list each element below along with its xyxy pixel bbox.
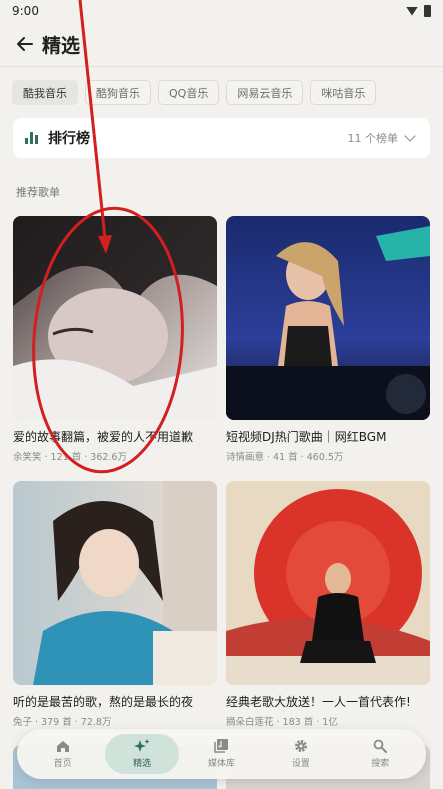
chip-kuwo[interactable]: 酷我音乐 bbox=[12, 80, 78, 105]
nav-label: 精选 bbox=[133, 759, 152, 769]
battery-icon bbox=[424, 5, 431, 17]
back-arrow-icon[interactable] bbox=[14, 33, 36, 55]
playlist-cover[interactable] bbox=[13, 481, 217, 685]
playlist-meta: 余笑笑 · 121 首 · 362.6万 bbox=[13, 452, 127, 463]
playlist-title: 听的是最苦的歌，熬的是最长的夜 bbox=[13, 695, 194, 709]
status-icons bbox=[406, 5, 431, 17]
nav-label: 搜索 bbox=[371, 759, 390, 769]
search-icon bbox=[372, 739, 388, 753]
chip-netease[interactable]: 网易云音乐 bbox=[226, 80, 304, 105]
source-chips: 酷我音乐 酷狗音乐 QQ音乐 网易云音乐 咪咕音乐 bbox=[12, 80, 377, 105]
header-divider bbox=[0, 66, 443, 67]
page-title: 精选 bbox=[42, 34, 81, 57]
nav-label: 媒体库 bbox=[207, 759, 235, 769]
playlist-card[interactable]: 短视频DJ热门歌曲｜网红BGM 诗情画意 · 41 首 · 460.5万 bbox=[226, 216, 430, 463]
status-time: 9:00 bbox=[12, 4, 39, 18]
leaderboard-count: 11 个榜单 bbox=[347, 132, 399, 145]
sparkle-icon bbox=[134, 739, 150, 753]
playlist-cover[interactable] bbox=[13, 216, 217, 420]
nav-library[interactable]: 媒体库 bbox=[184, 734, 258, 774]
home-icon bbox=[55, 739, 71, 753]
nav-featured[interactable]: 精选 bbox=[105, 734, 180, 774]
section-label: 推荐歌单 bbox=[16, 186, 60, 199]
library-icon bbox=[213, 739, 229, 753]
playlist-card[interactable]: 经典老歌大放送！一人一首代表作! 摘朵白莲花 · 183 首 · 1亿 bbox=[226, 481, 430, 728]
playlist-meta: 摘朵白莲花 · 183 首 · 1亿 bbox=[226, 717, 338, 728]
playlist-cover[interactable] bbox=[226, 481, 430, 685]
nav-label: 设置 bbox=[291, 759, 310, 769]
leaderboard-title: 排行榜 bbox=[48, 131, 90, 147]
nav-home[interactable]: 首页 bbox=[26, 734, 100, 774]
playlist-title: 短视频DJ热门歌曲｜网红BGM bbox=[226, 430, 387, 444]
playlist-meta: 诗情画意 · 41 首 · 460.5万 bbox=[226, 452, 344, 463]
gear-icon bbox=[293, 739, 309, 753]
nav-label: 首页 bbox=[53, 759, 72, 769]
playlist-title: 爱的故事翻篇，被爱的人不用道歉 bbox=[13, 430, 194, 444]
bar-chart-icon bbox=[25, 132, 39, 144]
wifi-icon bbox=[406, 6, 418, 16]
nav-search[interactable]: 搜索 bbox=[343, 734, 417, 774]
status-bar: 9:00 bbox=[0, 0, 443, 22]
chip-migu[interactable]: 咪咕音乐 bbox=[310, 80, 377, 105]
playlist-card[interactable]: 听的是最苦的歌，熬的是最长的夜 兔子 · 379 首 · 72.8万 bbox=[13, 481, 217, 728]
playlist-meta: 兔子 · 379 首 · 72.8万 bbox=[13, 717, 112, 728]
app-header: 精选 bbox=[0, 22, 443, 66]
leaderboard-card[interactable]: 排行榜 11 个榜单 bbox=[13, 118, 430, 158]
nav-settings[interactable]: 设置 bbox=[264, 734, 338, 774]
chip-qq[interactable]: QQ音乐 bbox=[158, 80, 220, 105]
chip-kugou[interactable]: 酷狗音乐 bbox=[85, 80, 151, 105]
playlist-card[interactable]: 爱的故事翻篇，被爱的人不用道歉 余笑笑 · 121 首 · 362.6万 bbox=[13, 216, 217, 463]
playlist-title: 经典老歌大放送！一人一首代表作! bbox=[226, 695, 411, 709]
bottom-nav: 首页 精选 媒体库 设置 搜索 bbox=[17, 729, 426, 779]
chevron-down-icon[interactable] bbox=[404, 130, 416, 142]
playlist-cover[interactable] bbox=[226, 216, 430, 420]
